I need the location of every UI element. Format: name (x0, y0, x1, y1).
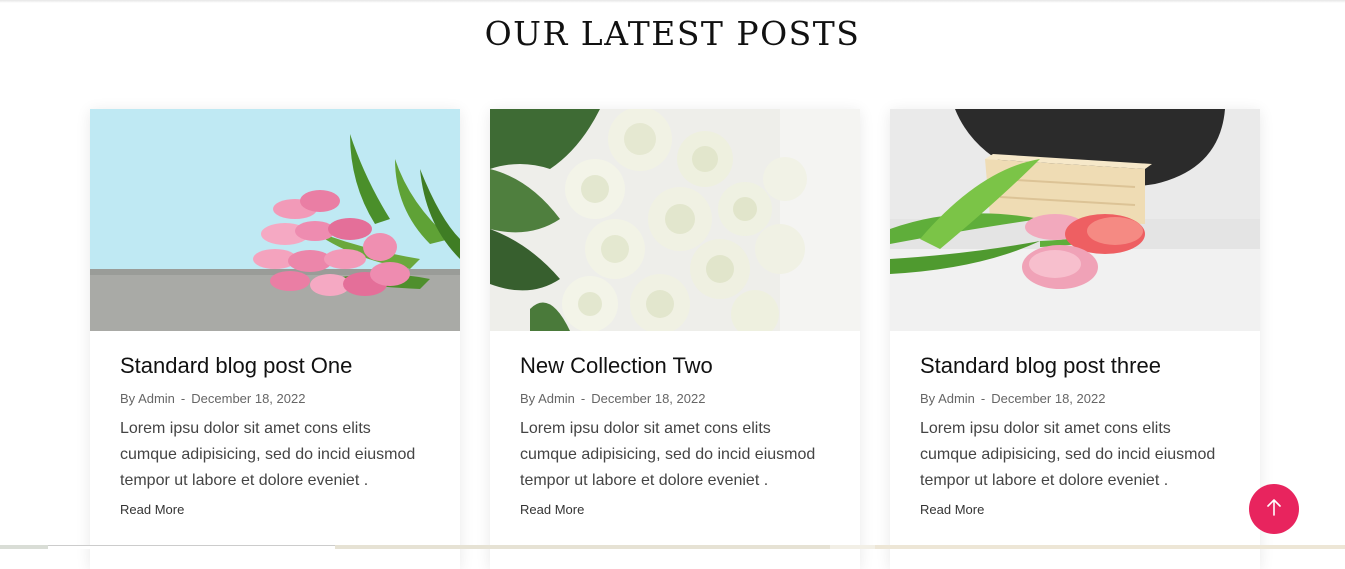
post-title[interactable]: Standard blog post three (920, 353, 1230, 383)
edge-segment (875, 545, 1345, 549)
read-more-link[interactable]: Read More (520, 502, 830, 517)
post-excerpt: Lorem ipsu dolor sit amet cons elits cum… (920, 420, 1216, 489)
post-meta: By Admin - December 18, 2022 (120, 391, 430, 406)
post-author[interactable]: By Admin (920, 391, 975, 406)
post-meta: By Admin - December 18, 2022 (520, 391, 830, 406)
edge-segment (48, 545, 335, 549)
post-title[interactable]: New Collection Two (520, 353, 830, 383)
post-title[interactable]: Standard blog post One (120, 353, 430, 383)
post-date[interactable]: December 18, 2022 (591, 391, 705, 406)
header-shadow (0, 0, 1345, 3)
post-author[interactable]: By Admin (120, 391, 175, 406)
post-card: New Collection Two By Admin - December 18,… (490, 109, 860, 569)
scroll-to-top-button[interactable] (1249, 484, 1299, 534)
section-title: OUR LATEST POSTS (484, 14, 861, 53)
arrow-up-icon (1266, 498, 1282, 520)
next-section-edge (0, 545, 1345, 549)
post-card: Standard blog post One By Admin - December… (90, 109, 460, 569)
edge-segment (830, 545, 875, 549)
read-more-link[interactable]: Read More (920, 502, 1230, 517)
post-image[interactable] (490, 109, 860, 331)
post-excerpt: Lorem ipsu dolor sit amet cons elits cum… (520, 420, 816, 489)
post-image[interactable] (890, 109, 1260, 331)
post-date[interactable]: December 18, 2022 (991, 391, 1105, 406)
meta-separator: - (980, 391, 986, 406)
meta-separator: - (580, 391, 586, 406)
read-more-link[interactable]: Read More (120, 502, 430, 517)
post-date[interactable]: December 18, 2022 (191, 391, 305, 406)
post-image[interactable] (90, 109, 460, 331)
edge-segment (0, 545, 48, 549)
post-excerpt: Lorem ipsu dolor sit amet cons elits cum… (120, 420, 416, 489)
edge-segment (335, 545, 830, 549)
meta-separator: - (180, 391, 186, 406)
post-card: Standard blog post three By Admin - Decemb… (890, 109, 1260, 569)
post-author[interactable]: By Admin (520, 391, 575, 406)
post-meta: By Admin - December 18, 2022 (920, 391, 1230, 406)
